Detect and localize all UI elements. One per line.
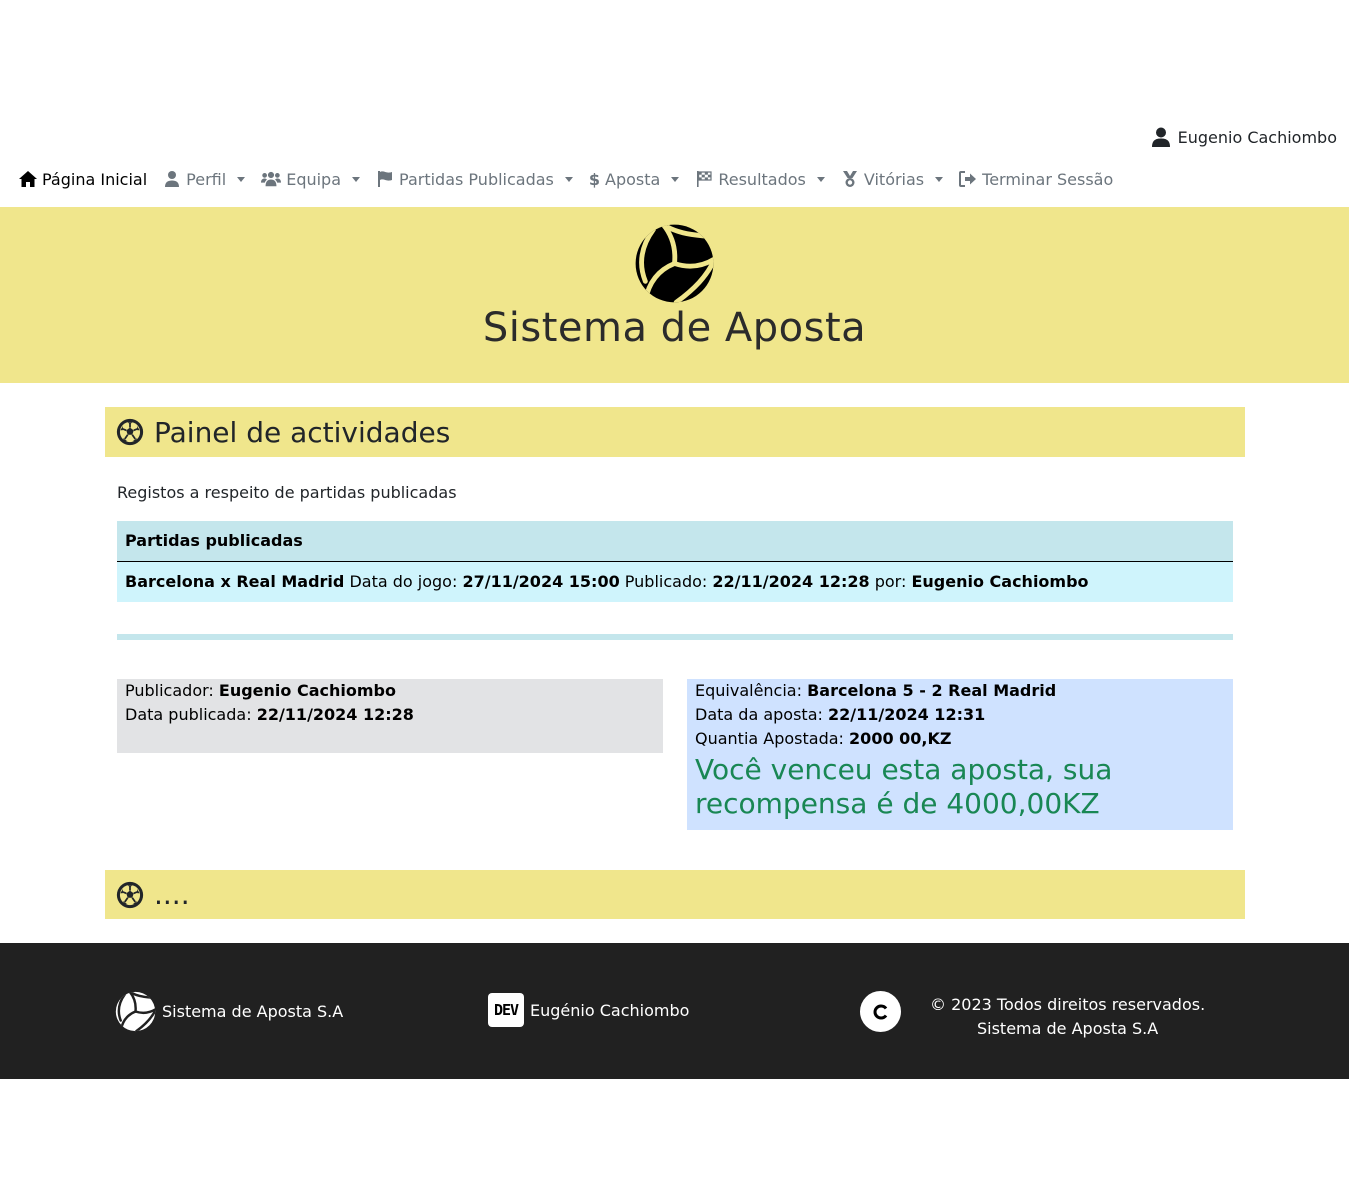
amount-value: 2000 00,KZ <box>849 729 952 748</box>
nav-logout-label: Terminar Sessão <box>982 169 1114 189</box>
users-icon <box>261 171 282 187</box>
nav-logout[interactable]: Terminar Sessão <box>959 170 1113 189</box>
bet-info-box: Equivalência: Barcelona 5 - 2 Real Madri… <box>687 679 1233 830</box>
main-navbar: Página Inicial Perfil Equipa Partidas Pu… <box>19 166 1129 192</box>
bet-date: 22/11/2024 12:31 <box>827 705 986 724</box>
checkered-flag-icon <box>697 171 712 187</box>
medal-icon <box>842 171 857 187</box>
chevron-down-icon <box>237 176 246 182</box>
volleyball-icon <box>635 224 714 303</box>
user-name: Eugenio Cachiombo <box>1177 127 1337 147</box>
chevron-down-icon <box>935 176 944 182</box>
equivalence-label: Equivalência: <box>695 681 802 700</box>
publish-date: 22/11/2024 12:28 <box>256 705 414 724</box>
nav-vitorias[interactable]: Vitórias <box>841 169 944 189</box>
published-matches-table: Partidas publicadas Barcelona x Real Mad… <box>117 521 1233 602</box>
volleyball-icon <box>115 991 156 1032</box>
soccer-ball-icon <box>116 881 144 908</box>
chevron-down-icon <box>352 176 361 182</box>
footer-copyright: © 2023 Todos direitos reservados. Sistem… <box>930 993 1205 1041</box>
chevron-down-icon <box>564 176 573 182</box>
footer-brand-text: Sistema de Aposta S.A <box>162 1002 344 1021</box>
nav-perfil[interactable]: Perfil <box>163 169 246 189</box>
footer: Sistema de Aposta S.A DEV Eugénio Cachio… <box>0 943 1349 1079</box>
copyright-icon <box>860 991 901 1032</box>
publisher-info-box: Publicador: Eugenio Cachiombo Data publi… <box>117 679 663 753</box>
soccer-ball-icon <box>116 418 144 446</box>
user-icon <box>1151 127 1170 147</box>
publisher-label: Publicador: <box>125 681 214 700</box>
amount-label: Quantia Apostada: <box>695 729 844 748</box>
hero-banner: Sistema de Aposta <box>0 207 1349 383</box>
nav-resultados[interactable]: Resultados <box>695 170 825 189</box>
copyright-line-2: Sistema de Aposta S.A <box>976 1019 1159 1038</box>
win-message: Você venceu esta aposta, sua recompensa … <box>695 753 1113 820</box>
logout-icon <box>959 171 977 187</box>
published-label: Publicado: <box>624 572 708 591</box>
table-header: Partidas publicadas <box>117 521 1233 562</box>
footer-brand: Sistema de Aposta S.A <box>115 991 343 1032</box>
by-label: por: <box>874 572 907 591</box>
publish-date-label: Data publicada: <box>125 705 252 724</box>
match-date-label: Data do jogo: <box>349 572 458 591</box>
divider <box>117 634 1233 640</box>
publisher-name: Eugenio Cachiombo <box>218 681 396 700</box>
nav-vitorias-label: Vitórias <box>863 169 925 189</box>
footer-copyright-icon-wrap <box>860 991 901 1032</box>
nav-aposta-label: Aposta <box>605 169 661 189</box>
published-date: 22/11/2024 12:28 <box>712 572 870 591</box>
home-icon <box>19 171 37 187</box>
table-row[interactable]: Barcelona x Real Madrid Data do jogo: 27… <box>117 562 1233 602</box>
equivalence-value: Barcelona 5 - 2 Real Madrid <box>807 681 1057 700</box>
nav-home-label: Página Inicial <box>42 169 148 189</box>
nav-equipa[interactable]: Equipa <box>261 169 361 189</box>
panel-title: Painel de actividades <box>154 415 451 449</box>
nav-equipa-label: Equipa <box>286 169 342 189</box>
chevron-down-icon <box>671 176 680 182</box>
second-panel-header: .... <box>105 870 1245 919</box>
second-panel-title: .... <box>154 878 190 911</box>
activity-panel-header: Painel de actividades <box>105 407 1245 457</box>
nav-aposta[interactable]: $ Aposta <box>588 169 680 189</box>
dev-icon: DEV <box>488 993 524 1027</box>
panel-subtitle: Registos a respeito de partidas publicad… <box>117 483 457 502</box>
user-menu[interactable]: Eugenio Cachiombo <box>1151 127 1337 147</box>
chevron-down-icon <box>816 176 825 182</box>
nav-partidas[interactable]: Partidas Publicadas <box>376 170 573 189</box>
footer-dev-name: Eugénio Cachiombo <box>530 1000 690 1020</box>
footer-developer[interactable]: DEV Eugénio Cachiombo <box>488 993 689 1027</box>
bet-date-label: Data da aposta: <box>695 705 823 724</box>
copyright-line-1: © 2023 Todos direitos reservados. <box>930 995 1206 1014</box>
published-by: Eugenio Cachiombo <box>911 572 1089 591</box>
nav-partidas-label: Partidas Publicadas <box>399 169 554 189</box>
flag-icon <box>378 171 393 187</box>
nav-home[interactable]: Página Inicial <box>19 170 147 189</box>
nav-perfil-label: Perfil <box>186 169 227 189</box>
nav-resultados-label: Resultados <box>718 169 806 189</box>
hero-title: Sistema de Aposta <box>482 305 867 351</box>
dollar-icon: $ <box>588 169 601 189</box>
user-icon <box>165 171 180 187</box>
match-date: 27/11/2024 15:00 <box>462 572 620 591</box>
match-name: Barcelona x Real Madrid <box>125 572 345 591</box>
